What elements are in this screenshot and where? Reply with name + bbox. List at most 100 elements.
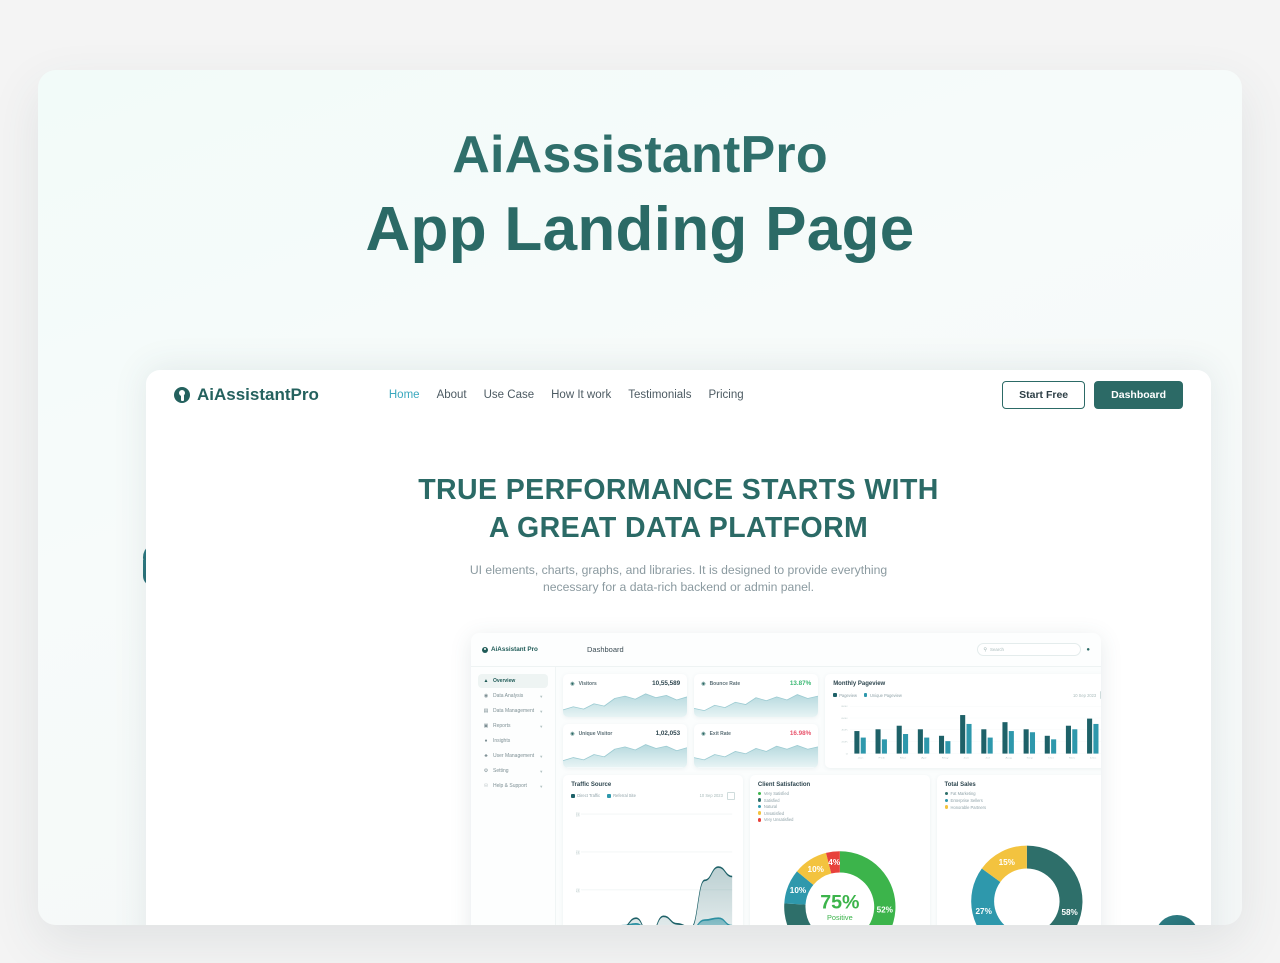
presentation-title-line1: AiAssistantPro <box>452 126 828 184</box>
dashboard-logo-icon <box>482 646 488 653</box>
sidebar-label: Data Analysis <box>493 693 524 699</box>
legend-swatch <box>607 794 611 798</box>
legend-item-very-satisfied: Very Satisfied <box>757 791 922 796</box>
presentation-titles: AiAssistantPro App Landing Page <box>38 128 1242 262</box>
search-placeholder: Search <box>990 647 1004 652</box>
svg-text:15%: 15% <box>998 857 1015 866</box>
svg-text:60K: 60K <box>842 717 849 720</box>
svg-text:Jan: Jan <box>858 756 864 759</box>
legend-item-unique-pageview: Unique Pageview <box>863 693 902 698</box>
sidebar-label: User Management <box>493 753 535 759</box>
bar-chart-monthly-pageview: 0 20K 40K 60K 80K Jan Feb Mar Apr May Jun Jul Aug Sep… <box>833 703 1101 761</box>
panel-client-satisfaction: Client Satisfaction Very Satisfied Satis… <box>749 774 930 925</box>
stat-cards: ◉ Visitors 10,55,589 ◉ Bounce Rate 13.87… <box>563 674 819 768</box>
unique-visitor-icon: ◉ <box>570 730 575 737</box>
sidebar-label: Overview <box>493 678 516 684</box>
legend-label: Satisfied <box>763 797 780 803</box>
legend-item-natural: Natural <box>757 804 922 809</box>
chevron-down-icon: ▼ <box>539 708 544 714</box>
dashboard-row-1: ◉ Visitors 10,55,589 ◉ Bounce Rate 13.87… <box>563 674 1101 768</box>
dashboard-mockup: AiAssistant Pro Dashboard ⚲ Search ● ▲ O… <box>471 633 1101 925</box>
nav-link-testimonials[interactable]: Testimonials <box>628 389 691 401</box>
analytics-icon: ◉ <box>483 693 489 699</box>
svg-text:Feb: Feb <box>879 756 886 759</box>
database-icon: ▤ <box>483 708 489 714</box>
svg-text:80K: 80K <box>576 811 580 818</box>
legend-item-enterprise-sellers: Enterprise Sellers <box>944 798 1101 803</box>
chevron-down-icon: ▼ <box>539 753 544 759</box>
legend-item-direct-traffic: Direct Traffic <box>571 793 600 798</box>
hero-section: TRUE PERFORMANCE STARTS WITH A GREAT DAT… <box>146 472 1211 595</box>
chevron-down-icon: ▼ <box>539 723 544 729</box>
sidebar-label: Setting <box>493 768 509 774</box>
svg-text:Apr: Apr <box>921 756 927 759</box>
legend-item-pageview: Pageview <box>833 693 857 698</box>
traffic-date-filter[interactable]: 10 Sep 2023 <box>699 791 735 800</box>
sidebar-item-reports[interactable]: ▣ Reports ▼ <box>478 719 548 733</box>
svg-text:Nov: Nov <box>1069 756 1076 759</box>
sidebar-item-setting[interactable]: ⚙ Setting ▼ <box>478 764 548 778</box>
sparkline-exit-rate <box>694 737 819 768</box>
svg-text:4%: 4% <box>828 858 841 867</box>
legend-swatch <box>863 693 868 697</box>
panel-title: Total Sales <box>944 781 976 788</box>
svg-text:Aug: Aug <box>1006 756 1013 759</box>
legend-label: Fat Marketing <box>950 790 976 796</box>
sparkline-visitors <box>563 687 688 718</box>
dashboard-button[interactable]: Dashboard <box>1094 381 1183 409</box>
stat-value: 13.87% <box>789 680 812 687</box>
notification-bell-icon[interactable]: ● <box>1086 647 1090 653</box>
sidebar-item-insights[interactable]: ● Insights <box>478 734 548 748</box>
svg-text:Oct: Oct <box>1048 756 1054 759</box>
start-free-button[interactable]: Start Free <box>1002 381 1086 409</box>
bulb-icon: ● <box>484 738 488 744</box>
sidebar-item-data-management[interactable]: ▤ Data Management ▼ <box>478 704 548 718</box>
legend-swatch <box>757 804 762 809</box>
svg-text:75%: 75% <box>820 892 859 914</box>
legend-label: Very Unsatisfied <box>763 817 794 823</box>
legend-swatch <box>757 791 762 796</box>
search-input[interactable]: ⚲ Search <box>977 643 1082 656</box>
cloud-decoration-right <box>1148 915 1218 925</box>
svg-text:27%: 27% <box>975 906 992 915</box>
donut-chart-client-satisfaction: 52%24%10%10%4%75%Positive <box>758 825 922 925</box>
nav-link-home[interactable]: Home <box>389 389 420 401</box>
dashboard-body: ▲ Overview ◉ Data Analysis ▼ ▤ Data Mana… <box>471 667 1101 925</box>
help-icon: ☉ <box>483 783 489 789</box>
stat-card-bounce-rate[interactable]: ◉ Bounce Rate 13.87% <box>694 674 819 718</box>
users-icon: ♣ <box>484 753 488 759</box>
stat-label: Bounce Rate <box>709 680 741 687</box>
svg-text:Jun: Jun <box>964 756 970 759</box>
nav-link-about[interactable]: About <box>437 389 467 401</box>
dashboard-logo[interactable]: AiAssistant Pro <box>471 646 578 653</box>
satisfaction-legend: Very Satisfied Satisfied Natural Unsatis… <box>757 791 922 823</box>
svg-text:10%: 10% <box>790 887 807 896</box>
hero-heading-line1: TRUE PERFORMANCE STARTS WITH <box>418 474 939 506</box>
svg-text:Mar: Mar <box>900 756 906 759</box>
sidebar-item-user-management[interactable]: ♣ User Management ▼ <box>478 749 548 763</box>
panel-total-sales: Total Sales Fat Marketing Enterprise Sel… <box>936 774 1101 925</box>
sidebar-item-data-analysis[interactable]: ◉ Data Analysis ▼ <box>478 689 548 703</box>
home-icon: ▲ <box>483 678 489 684</box>
svg-text:Positive: Positive <box>827 913 853 922</box>
stat-card-unique-visitor[interactable]: ◉ Unique Visitor 1,02,053 <box>563 724 688 768</box>
chevron-down-icon: ▼ <box>539 783 544 789</box>
nav-link-how-it-work[interactable]: How It work <box>551 389 611 401</box>
nav-link-use-case[interactable]: Use Case <box>484 389 535 401</box>
pageview-date-filter[interactable]: 10 Sep 2023 <box>1073 691 1101 699</box>
date-label: 10 Sep 2023 <box>699 793 723 799</box>
stat-card-visitors[interactable]: ◉ Visitors 10,55,589 <box>563 674 688 718</box>
bounce-rate-icon: ◉ <box>701 680 706 687</box>
svg-text:Sep: Sep <box>1027 756 1034 759</box>
calendar-icon <box>726 791 735 800</box>
legend-item-referral-site: Referral Site <box>607 793 636 798</box>
site-logo[interactable]: AiAssistantPro <box>174 385 319 405</box>
sidebar-label: Reports <box>493 723 511 729</box>
nav-link-pricing[interactable]: Pricing <box>708 389 743 401</box>
stat-card-exit-rate[interactable]: ◉ Exit Rate 16.98% <box>694 724 819 768</box>
presentation-frame: AiAssistantPro App Landing Page AiAssist… <box>38 70 1242 925</box>
svg-text:10%: 10% <box>807 865 824 874</box>
sidebar-item-help-support[interactable]: ☉ Help & Support ▼ <box>478 779 548 793</box>
area-chart-traffic-source: 020K40K60K80KJanFebMarAprMayJunJulAugSep… <box>571 804 735 925</box>
sidebar-item-overview[interactable]: ▲ Overview <box>478 674 549 688</box>
